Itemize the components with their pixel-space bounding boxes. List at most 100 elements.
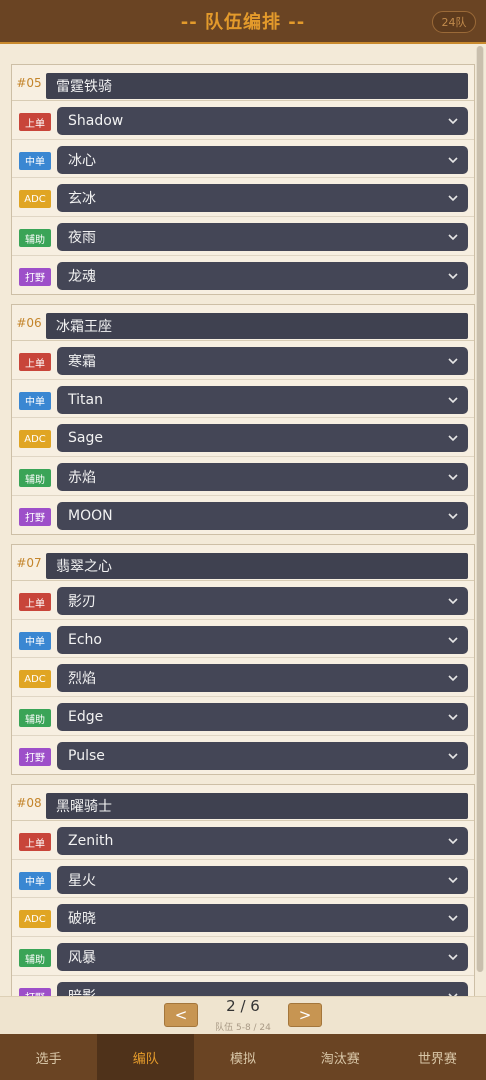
roster-slot: ADC 破晓	[12, 898, 474, 938]
selected-player: Titan	[68, 391, 103, 408]
player-select[interactable]: 破晓	[57, 904, 468, 933]
player-select[interactable]: Shadow	[57, 107, 468, 135]
player-select[interactable]: 烈焰	[57, 664, 468, 693]
nav-tab-formation[interactable]: 编队	[97, 1034, 195, 1080]
player-select[interactable]: 赤焰	[57, 463, 468, 492]
role-tag-top: 上单	[19, 113, 51, 131]
player-select[interactable]: Zenith	[57, 827, 468, 855]
team-number: #07	[16, 555, 42, 570]
selected-player: 玄冰	[68, 191, 96, 208]
nav-tab-simulate[interactable]: 模拟	[194, 1034, 291, 1080]
role-tag-adc: ADC	[19, 430, 51, 449]
role-tag-mid: 中单	[19, 391, 51, 410]
selected-player: Echo	[68, 631, 102, 648]
selected-player: 赤焰	[68, 470, 96, 487]
player-select[interactable]: Titan	[57, 385, 468, 414]
page-indicator: 2 / 6	[226, 997, 260, 1015]
roster-slot: ADC 烈焰	[12, 658, 474, 698]
team-name-field[interactable]: 翡翠之心	[46, 553, 468, 579]
role-tag-mid: 中单	[19, 631, 51, 650]
roster-slot: 辅助 Edge	[12, 697, 474, 736]
player-select[interactable]: Pulse	[57, 741, 468, 770]
team-list[interactable]: #05 雷霆铁骑 上单 Shadow 中单 冰心 ADC 玄冰 辅助 夜雨 打野…	[0, 46, 486, 996]
player-select[interactable]: 寒霜	[57, 347, 468, 375]
team-name-field[interactable]: 黑曜骑士	[46, 793, 468, 819]
chevron-down-icon	[448, 915, 458, 922]
selected-player: 星火	[68, 872, 96, 889]
chevron-down-icon	[448, 714, 458, 721]
role-tag-jungle: 打野	[19, 267, 51, 286]
roster-slot: ADC 玄冰	[12, 178, 474, 218]
team-header: #08 黑曜骑士	[12, 785, 474, 821]
selected-player: 夜雨	[68, 230, 96, 247]
role-tag-jungle: 打野	[19, 747, 51, 766]
selected-player: 冰心	[68, 152, 96, 169]
selected-player: 风暴	[68, 950, 96, 967]
chevron-down-icon	[448, 397, 458, 403]
scrollbar-thumb[interactable]	[477, 46, 483, 972]
roster-slot: 辅助 风暴	[12, 937, 474, 976]
roster-slot: 中单 Echo	[12, 620, 474, 659]
chevron-down-icon	[448, 234, 458, 241]
roster-slot: ADC Sage	[12, 418, 474, 458]
player-select[interactable]: MOON	[57, 501, 468, 530]
chevron-down-icon	[448, 675, 458, 682]
chevron-down-icon	[448, 157, 458, 163]
roster-slot: 中单 Titan	[12, 380, 474, 419]
role-tag-jungle: 打野	[19, 507, 51, 526]
role-tag-adc: ADC	[19, 190, 51, 209]
team-number: #08	[16, 795, 42, 810]
chevron-down-icon	[448, 877, 458, 883]
player-select[interactable]: Sage	[57, 424, 468, 453]
chevron-down-icon	[448, 753, 458, 759]
role-tag-adc: ADC	[19, 670, 51, 689]
role-tag-jungle: 打野	[19, 987, 51, 996]
role-tag-support: 辅助	[19, 949, 51, 968]
selected-player: 破晓	[68, 911, 96, 928]
team-number: #06	[16, 315, 42, 330]
roster-slot: 辅助 夜雨	[12, 217, 474, 256]
player-select[interactable]: Edge	[57, 703, 468, 732]
nav-tab-players[interactable]: 选手	[0, 1034, 97, 1080]
team-name-field[interactable]: 冰霜王座	[46, 313, 468, 339]
selected-player: Sage	[68, 430, 103, 447]
team-name-field[interactable]: 雷霆铁骑	[46, 73, 468, 99]
team-card: #08 黑曜骑士 上单 Zenith 中单 星火 ADC 破晓 辅助 风暴	[11, 784, 475, 996]
selected-player: Pulse	[68, 747, 105, 764]
selected-player: Edge	[68, 709, 104, 726]
next-page-button[interactable]: >	[288, 1003, 322, 1027]
scrollbar[interactable]	[476, 46, 484, 972]
team-card: #05 雷霆铁骑 上单 Shadow 中单 冰心 ADC 玄冰 辅助 夜雨 打野…	[11, 64, 475, 296]
roster-slot: 打野 龙魂	[12, 256, 474, 295]
pagination: < 2 / 6 队伍 5-8 / 24 >	[0, 996, 486, 1034]
chevron-down-icon	[448, 513, 458, 519]
player-select[interactable]: 夜雨	[57, 223, 468, 252]
role-tag-top: 上单	[19, 833, 51, 851]
player-select[interactable]: 暗影	[57, 981, 468, 996]
nav-tab-knockout[interactable]: 淘汰赛	[292, 1034, 389, 1080]
chevron-down-icon	[448, 273, 458, 279]
selected-player: 龙魂	[68, 268, 96, 285]
player-select[interactable]: 风暴	[57, 943, 468, 972]
role-tag-top: 上单	[19, 593, 51, 611]
team-header: #05 雷霆铁骑	[12, 65, 474, 101]
roster-slot: 打野 Pulse	[12, 736, 474, 775]
chevron-down-icon	[448, 598, 458, 605]
team-card: #06 冰霜王座 上单 寒霜 中单 Titan ADC Sage 辅助 赤焰 打…	[11, 304, 475, 536]
role-tag-support: 辅助	[19, 709, 51, 728]
selected-player: 寒霜	[68, 354, 96, 370]
player-select[interactable]: 星火	[57, 865, 468, 894]
roster-slot: 打野 MOON	[12, 496, 474, 535]
team-count-badge: 24队	[432, 11, 476, 33]
selected-player: 影刃	[68, 594, 96, 610]
chevron-down-icon	[448, 474, 458, 481]
app-header: -- 队伍编排 -- 24队	[0, 0, 486, 44]
nav-tab-worlds[interactable]: 世界赛	[389, 1034, 486, 1080]
role-tag-mid: 中单	[19, 151, 51, 170]
role-tag-support: 辅助	[19, 229, 51, 248]
player-select[interactable]: 冰心	[57, 145, 468, 174]
player-select[interactable]: 龙魂	[57, 261, 468, 290]
player-select[interactable]: 玄冰	[57, 184, 468, 213]
player-select[interactable]: 影刃	[57, 587, 468, 615]
player-select[interactable]: Echo	[57, 625, 468, 654]
